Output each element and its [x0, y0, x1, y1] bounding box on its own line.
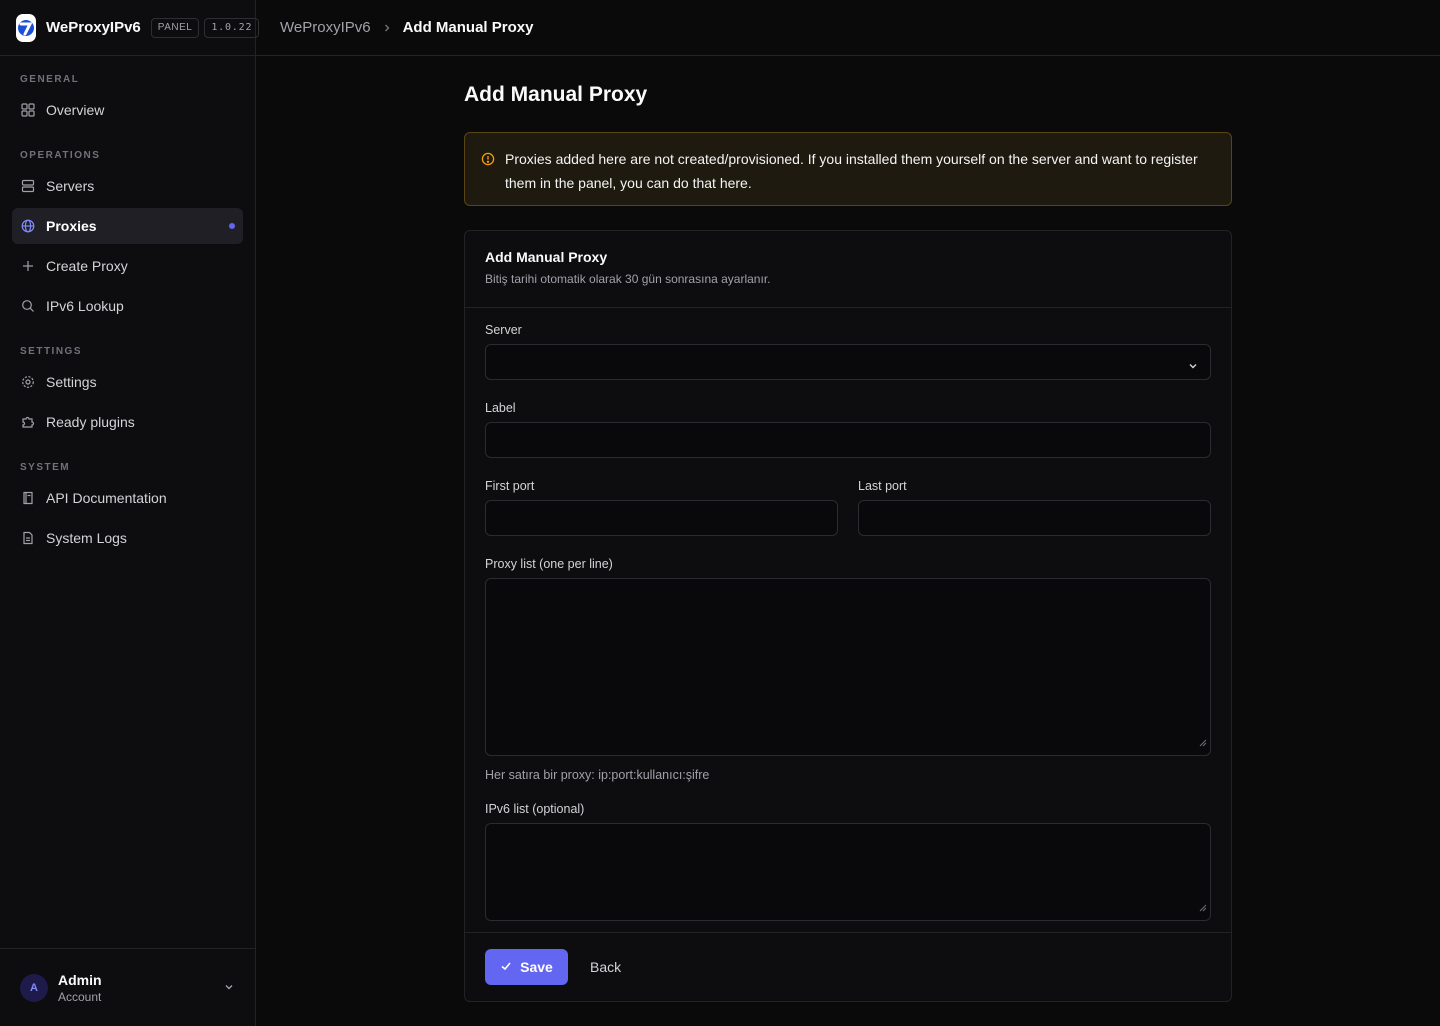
- first-port-label: First port: [485, 479, 535, 493]
- sidebar-item-ready-plugins[interactable]: Ready plugins: [12, 404, 243, 440]
- breadcrumb-current: Add Manual Proxy: [402, 19, 534, 36]
- sidebar-item-label: API Documentation: [46, 490, 167, 506]
- proxy-list-hint: Her satıra bir proxy: ip:port:kullanıcı:…: [485, 768, 710, 782]
- sidebar-item-system-logs[interactable]: System Logs: [12, 520, 243, 556]
- sidebar-item-proxies[interactable]: Proxies: [12, 208, 243, 244]
- account-menu[interactable]: A Admin Account: [0, 948, 255, 1026]
- proxy-list-textarea[interactable]: [485, 578, 1211, 756]
- last-port-input[interactable]: [858, 500, 1211, 536]
- sidebar-item-overview[interactable]: Overview: [12, 92, 243, 128]
- version-badge: 1.0.22: [204, 17, 260, 38]
- warning-icon: [481, 149, 495, 173]
- check-icon: [500, 959, 512, 975]
- user-name: Admin: [58, 971, 102, 988]
- active-indicator: [229, 223, 235, 229]
- alert-text: Proxies added here are not created/provi…: [505, 151, 1198, 191]
- server-label: Server: [485, 323, 522, 337]
- manual-proxy-form: Add Manual Proxy Bitiş tarihi otomatik o…: [464, 230, 1232, 1002]
- server-select[interactable]: [485, 344, 1211, 380]
- sidebar-item-label: Overview: [46, 102, 105, 118]
- form-title: Add Manual Proxy: [485, 249, 608, 265]
- book-icon: [20, 490, 36, 506]
- server-icon: [20, 178, 36, 194]
- breadcrumb-root-link[interactable]: WeProxyIPv6: [280, 19, 371, 36]
- ipv6-list-textarea[interactable]: [485, 823, 1211, 921]
- sidebar-item-label: Proxies: [46, 218, 97, 234]
- chevron-down-icon: [223, 980, 235, 998]
- grid-icon: [20, 102, 36, 118]
- section-label-settings: SETTINGS: [20, 346, 83, 357]
- avatar: A: [20, 973, 48, 1002]
- brand-name: WeProxyIPv6: [46, 19, 141, 36]
- section-label-general: GENERAL: [20, 74, 80, 85]
- sidebar-item-api-documentation[interactable]: API Documentation: [12, 480, 243, 516]
- sidebar: WeProxyIPv6 PANEL 1.0.22 GENERAL Overvie…: [0, 0, 260, 1026]
- sidebar-item-label: Ready plugins: [46, 414, 135, 430]
- sidebar-item-label: IPv6 Lookup: [46, 298, 124, 314]
- breadcrumb: WeProxyIPv6 Add Manual Proxy: [256, 0, 1440, 56]
- sidebar-item-settings[interactable]: Settings: [12, 364, 243, 400]
- form-header: Add Manual Proxy Bitiş tarihi otomatik o…: [465, 231, 1231, 308]
- section-label-operations: OPERATIONS: [20, 150, 101, 161]
- warning-alert: Proxies added here are not created/provi…: [464, 132, 1232, 206]
- puzzle-icon: [20, 414, 36, 430]
- search-icon: [20, 298, 36, 314]
- label-input[interactable]: [485, 422, 1211, 458]
- label-field-label: Label: [485, 401, 516, 415]
- sidebar-item-label: Servers: [46, 178, 95, 194]
- chevron-down-icon: [1188, 358, 1198, 376]
- plus-icon: [20, 258, 36, 274]
- form-subtitle: Bitiş tarihi otomatik olarak 30 gün sonr…: [485, 272, 771, 286]
- sidebar-item-create-proxy[interactable]: Create Proxy: [12, 248, 243, 284]
- sidebar-item-servers[interactable]: Servers: [12, 168, 243, 204]
- last-port-label: Last port: [858, 479, 907, 493]
- main-content: Add Manual Proxy Proxies added here are …: [464, 56, 1232, 1002]
- app-root: WeProxyIPv6 PANEL 1.0.22 GENERAL Overvie…: [0, 0, 1440, 1026]
- save-button-label: Save: [520, 959, 553, 975]
- globe-icon: [20, 218, 36, 234]
- sidebar-item-label: System Logs: [46, 530, 127, 546]
- chevron-right-icon: [381, 22, 393, 34]
- sidebar-nav: GENERAL Overview OPERATIONS Servers Prox: [0, 56, 255, 556]
- first-port-input[interactable]: [485, 500, 838, 536]
- panel-badge: PANEL: [150, 17, 200, 38]
- app-logo: [16, 13, 36, 42]
- gear-icon: [20, 374, 36, 390]
- ipv6-list-label: IPv6 list (optional): [485, 802, 585, 816]
- file-icon: [20, 530, 36, 546]
- save-button[interactable]: Save: [485, 949, 568, 985]
- form-footer: Save Back: [465, 932, 1231, 1001]
- resize-handle-icon[interactable]: [1199, 734, 1207, 752]
- resize-handle-icon[interactable]: [1199, 899, 1207, 917]
- proxy-list-label: Proxy list (one per line): [485, 557, 613, 571]
- sidebar-item-label: Settings: [46, 374, 97, 390]
- user-role: Account: [58, 989, 102, 1004]
- section-label-system: SYSTEM: [20, 462, 71, 473]
- page-title: Add Manual Proxy: [464, 83, 648, 106]
- brand: WeProxyIPv6 PANEL 1.0.22: [0, 0, 260, 56]
- back-button[interactable]: Back: [590, 959, 621, 975]
- sidebar-item-ipv6-lookup[interactable]: IPv6 Lookup: [12, 288, 243, 324]
- sidebar-item-label: Create Proxy: [46, 258, 128, 274]
